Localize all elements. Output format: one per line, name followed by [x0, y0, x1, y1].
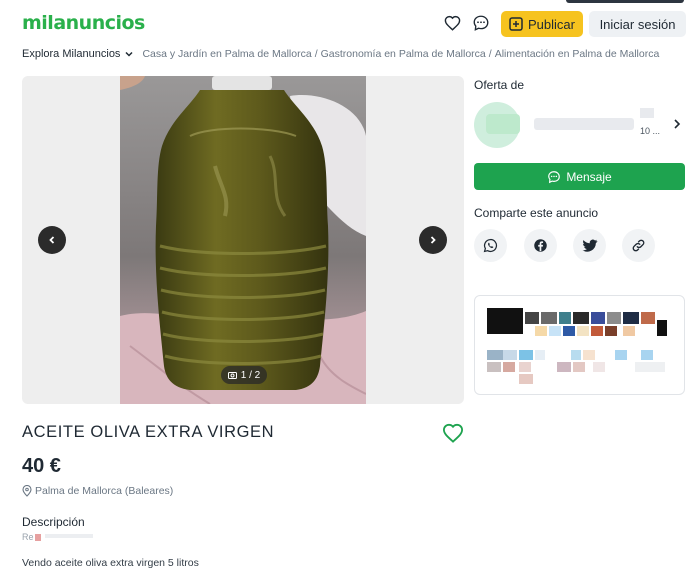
description-text: Vendo aceite oliva extra virgen 5 litros	[22, 557, 199, 569]
heart-icon[interactable]	[443, 14, 461, 32]
share-label: Comparte este anuncio	[474, 206, 599, 220]
message-label: Mensaje	[566, 169, 612, 184]
explore-label: Explora Milanuncios	[22, 48, 121, 60]
facebook-icon	[534, 239, 547, 252]
link-icon	[632, 239, 645, 252]
breadcrumb-separator: /	[314, 48, 318, 60]
reference-label: Re	[22, 532, 34, 542]
photo-gallery: 1 / 2	[22, 76, 464, 404]
share-facebook-button[interactable]	[524, 229, 557, 262]
header: milanuncios Publicar Iniciar sesión	[0, 0, 690, 46]
heart-icon	[442, 423, 464, 443]
gallery-next-button[interactable]	[419, 226, 447, 254]
avatar-blur	[486, 114, 520, 134]
whatsapp-icon	[483, 238, 498, 253]
location-pin-icon	[22, 485, 32, 497]
product-photo[interactable]	[120, 76, 366, 404]
breadcrumb: Explora Milanuncios Casa y Jardín en Pal…	[22, 48, 659, 60]
share-link-button[interactable]	[622, 229, 655, 262]
gallery-prev-button[interactable]	[38, 226, 66, 254]
photo-counter: 1 / 2	[221, 366, 267, 384]
plus-square-icon	[509, 17, 523, 31]
seller-card[interactable]: 10 ...	[474, 100, 686, 150]
breadcrumb-separator: /	[488, 48, 492, 60]
chat-icon[interactable]	[472, 14, 490, 32]
chat-icon	[548, 170, 561, 183]
milanuncios-logo[interactable]: milanuncios	[22, 12, 145, 34]
login-button[interactable]: Iniciar sesión	[589, 11, 686, 37]
camera-icon	[227, 372, 237, 379]
seller-rating-blur	[640, 108, 654, 118]
promo-icon-block	[487, 308, 523, 334]
breadcrumb-link-gastronomia[interactable]: Gastronomía en Palma de Mallorca	[321, 48, 486, 60]
share-twitter-button[interactable]	[573, 229, 606, 262]
share-whatsapp-button[interactable]	[474, 229, 507, 262]
listing-price: 40 €	[22, 455, 61, 477]
chevron-left-icon	[49, 236, 55, 244]
chevron-right-icon	[430, 236, 436, 244]
offer-label: Oferta de	[474, 78, 525, 92]
listing-location: Palma de Mallorca (Baleares)	[22, 485, 173, 497]
listing-title: ACEITE OLIVA EXTRA VIRGEN	[22, 423, 275, 441]
seller-meta: 10 ...	[640, 126, 661, 136]
promo-card[interactable]	[474, 295, 685, 395]
top-edge-bar	[566, 0, 684, 3]
twitter-icon	[581, 239, 597, 252]
description-title: Descripción	[22, 515, 85, 529]
location-label: Palma de Mallorca (Baleares)	[35, 485, 174, 497]
photo-counter-label: 1 / 2	[240, 369, 261, 381]
explore-menu[interactable]: Explora Milanuncios	[22, 48, 134, 60]
chevron-right-icon	[674, 119, 681, 129]
chevron-down-icon	[125, 51, 133, 57]
seller-name-blur	[534, 118, 634, 130]
breadcrumb-link-alimentacion[interactable]: Alimentación en Palma de Mallorca	[495, 48, 660, 60]
publish-label: Publicar	[528, 16, 575, 32]
breadcrumb-link-casa-jardin[interactable]: Casa y Jardín en Palma de Mallorca	[142, 48, 311, 60]
message-button[interactable]: Mensaje	[474, 163, 685, 190]
favorite-button[interactable]	[442, 423, 464, 445]
reference-id: Re	[22, 532, 93, 542]
publish-button[interactable]: Publicar	[501, 11, 583, 37]
